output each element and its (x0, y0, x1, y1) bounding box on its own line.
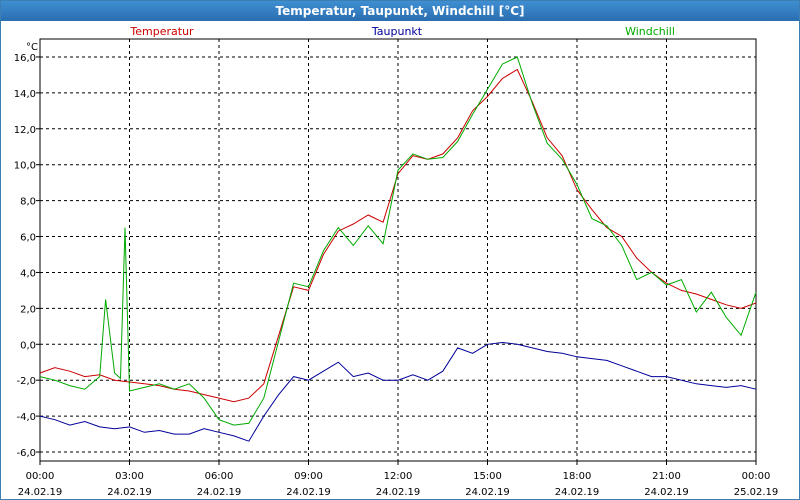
y-tick-label: 8,0 (20, 197, 36, 208)
y-tick-label: 2,0 (20, 304, 36, 315)
x-tick-date: 24.02.19 (644, 487, 689, 498)
chart-canvas: 16,0 14,0 12,0 10,0 8,0 6,0 4,0 2,0 0,0 -2,0 -4,0 -… (14, 25, 779, 498)
x-tick-date: 24.02.19 (18, 487, 63, 498)
x-tick-time: 00:00 (742, 471, 771, 482)
x-tick-date: 24.02.19 (197, 487, 242, 498)
y-tick-label: -2,0 (16, 376, 36, 387)
y-tick-label: -6,0 (16, 448, 36, 459)
y-tick-label: 6,0 (20, 233, 36, 244)
y-axis-unit: °C (26, 42, 38, 53)
x-tick-time: 03:00 (115, 471, 144, 482)
x-tick-time: 15:00 (473, 471, 502, 482)
y-tick-label: 4,0 (20, 268, 36, 279)
legend-taupunkt: Taupunkt (371, 25, 423, 38)
y-tick-label: 12,0 (14, 125, 36, 136)
x-tick-date: 25.02.19 (734, 487, 779, 498)
legend: Temperatur Taupunkt Windchill (129, 25, 675, 38)
y-tick-label: 14,0 (14, 89, 36, 100)
y-tick-label: 10,0 (14, 161, 36, 172)
x-tick-date: 24.02.19 (286, 487, 331, 498)
x-tick-date: 24.02.19 (107, 487, 152, 498)
x-tick-time: 21:00 (652, 471, 681, 482)
x-tick-time: 18:00 (563, 471, 592, 482)
tick-labels: 16,0 14,0 12,0 10,0 8,0 6,0 4,0 2,0 0,0 -2,0 -4,0 -… (14, 53, 779, 498)
x-tick-date: 24.02.19 (465, 487, 510, 498)
x-tick-time: 12:00 (384, 471, 413, 482)
y-tick-label: 16,0 (14, 53, 36, 64)
grid (36, 39, 757, 465)
legend-temperatur: Temperatur (129, 25, 194, 38)
x-tick-date: 24.02.19 (555, 487, 600, 498)
x-tick-time: 06:00 (205, 471, 234, 482)
y-tick-label: -4,0 (16, 412, 36, 423)
y-tick-label: 0,0 (20, 340, 36, 351)
x-tick-time: 00:00 (26, 471, 55, 482)
x-tick-date: 24.02.19 (376, 487, 421, 498)
legend-windchill: Windchill (625, 25, 675, 38)
x-tick-time: 09:00 (294, 471, 323, 482)
